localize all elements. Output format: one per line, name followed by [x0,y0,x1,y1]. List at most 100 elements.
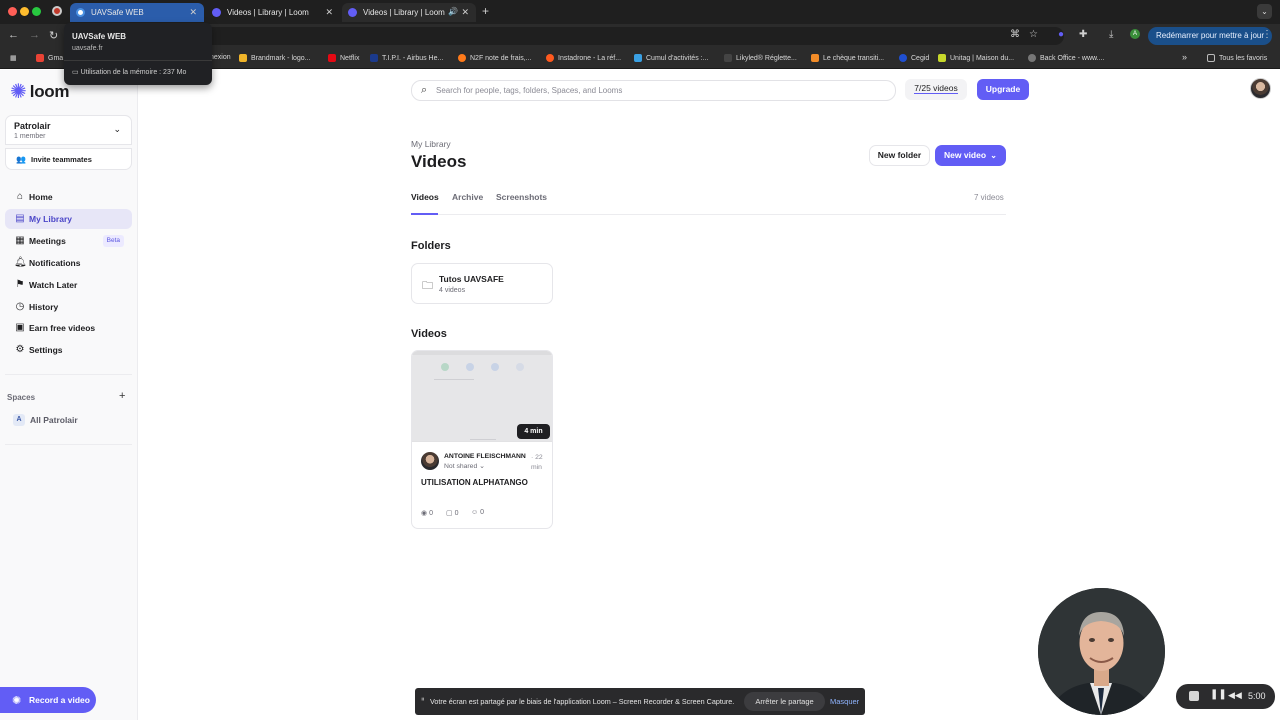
avatar [421,452,439,470]
upgrade-button[interactable]: Upgrade [977,79,1029,100]
reload-button[interactable]: ↻ [49,29,58,42]
sidebar-item-label: Meetings [29,236,66,246]
close-tab-icon[interactable]: ✕ [189,7,197,18]
video-title[interactable]: UTILISATION ALPHATANGO [421,478,528,487]
video-quota[interactable]: 7/25 videos [905,79,967,100]
bookmark-item[interactable]: N2F note de frais,... [458,54,531,62]
record-video-button[interactable]: ✺ Record a video [0,687,96,713]
tab-loom-1[interactable]: Videos | Library | Loom ✕ [206,3,340,22]
workspace-switcher[interactable]: Patrolair 1 member ⌄ [5,115,132,145]
sidebar-divider [5,444,132,445]
bookmark-item[interactable]: Back Office - www.... [1028,54,1104,62]
sidebar-item-earn-free-videos[interactable]: ▣ Earn free videos [5,318,132,338]
sidebar-item-label: Settings [29,345,63,355]
close-tab-icon[interactable]: ✕ [461,7,469,18]
bookmark-star-icon[interactable]: ☆ [1029,29,1038,40]
new-video-button[interactable]: New video ⌄ [935,145,1006,166]
restart-icon[interactable]: ◀◀ [1228,690,1242,701]
bookmark-item[interactable]: T.I.P.I. - Airbus He... [370,54,443,62]
download-icon[interactable]: ⤓ [1109,29,1113,40]
extensions-puzzle-icon[interactable]: ✚ [1079,29,1087,40]
pause-icon[interactable]: ❚❚ [1210,689,1227,700]
video-count: 7 videos [974,193,1004,202]
owner-name[interactable]: ANTOINE FLEISCHMANN [444,453,526,460]
videos-heading: Videos [411,328,447,340]
tab-screenshots[interactable]: Screenshots [496,192,547,202]
loom-logo[interactable]: ✺ loom [10,82,69,102]
screen-share-message: Votre écran est partagé par le biais de … [430,697,735,706]
bookmark-item[interactable]: Unitag | Maison du... [938,54,1014,62]
video-thumbnail[interactable]: 4 min [412,351,552,442]
recording-timer: 5:00 [1248,691,1266,701]
unitag-icon [938,54,946,62]
bookmark-item[interactable]: Brandmark - logo... [239,54,311,62]
apps-grid-icon[interactable]: ▦ [10,54,17,62]
stop-recording-button[interactable] [1189,691,1199,701]
comments-stat: ▢ 0 [446,509,458,517]
avatar[interactable] [1250,78,1271,99]
loom-extension-icon[interactable]: ● [1058,29,1064,40]
bookmark-item[interactable]: Netflix [328,54,359,62]
bookmark-item[interactable]: Gma [36,54,63,62]
sharing-status[interactable]: Not shared ⌄ [444,462,485,470]
camera-bubble[interactable] [1038,588,1165,715]
all-bookmarks-folder[interactable]: Tous les favoris [1207,54,1267,62]
pinned-tab-icon[interactable] [52,6,62,16]
sidebar-divider [5,374,132,375]
close-window-button[interactable] [8,7,17,16]
chevron-down-icon: ⌄ [113,124,121,134]
sidebar-item-settings[interactable]: ⚙ Settings [5,340,132,360]
tab-title: Videos | Library | Loom [363,8,445,17]
tab-loom-2[interactable]: Videos | Library | Loom 🔊 ✕ [342,3,476,22]
video-card[interactable]: 4 min ANTOINE FLEISCHMANN · 22 min Not s… [411,350,553,529]
sidebar-item-meetings[interactable]: ▦ Meetings Beta [5,231,132,251]
folder-icon [1207,54,1215,62]
bookmark-item[interactable]: Instadrone - La réf... [546,54,621,62]
home-icon: ⌂ [16,191,24,202]
stop-sharing-button[interactable]: Arrêter le partage [744,692,825,711]
add-space-button[interactable]: + [119,390,125,402]
document-icon [634,54,642,62]
tabs-divider [411,214,1006,215]
search-bar[interactable]: ⌕ [411,80,896,101]
address-bar[interactable] [64,27,1064,45]
minimize-window-button[interactable] [20,7,29,16]
folder-card[interactable]: 🗀 Tutos UAVSAFE 4 videos [411,263,553,304]
thumbnail-app-icon [466,363,474,371]
tab-archive[interactable]: Archive [452,192,483,202]
audio-playing-icon[interactable]: 🔊 [448,7,458,16]
bookmark-item[interactable]: Cumul d'activités :... [634,54,708,62]
sharing-label: Not shared [444,463,478,470]
tab-search-button[interactable]: ⌄ [1257,4,1272,19]
maximize-window-button[interactable] [32,7,41,16]
user-plus-icon: 👥 [16,155,26,164]
chrome-menu-icon[interactable]: ⋮ [1262,29,1272,40]
new-folder-button[interactable]: New folder [869,145,930,166]
breadcrumb[interactable]: My Library [411,139,451,149]
bookmark-item[interactable]: nexion [210,54,231,61]
invite-teammates-button[interactable]: 👥 Invite teammates [5,148,132,170]
update-chrome-button[interactable]: Redémarrer pour mettre à jour [1148,27,1273,45]
hide-banner-link[interactable]: Masquer [830,697,859,706]
translate-icon[interactable]: ⌘ [1010,29,1020,40]
sidebar-item-notifications[interactable]: 🔔︎ Notifications [5,253,132,273]
sidebar-item-all-patrolair[interactable]: A All Patrolair [5,410,132,430]
bookmark-item[interactable]: Likyled® Réglette... [724,54,797,62]
close-tab-icon[interactable]: ✕ [325,7,333,18]
tab-uavsafe[interactable]: UAVSafe WEB ✕ [70,3,204,22]
search-input[interactable] [436,84,876,97]
new-tab-button[interactable]: + [482,4,489,18]
drag-handle-icon[interactable]: ⏸ [421,696,425,704]
bookmark-item[interactable]: Cegid [899,54,929,62]
back-button[interactable]: ← [8,29,19,41]
bookmark-item[interactable]: Le chèque transiti... [811,54,884,62]
forward-button[interactable]: → [29,29,40,41]
workspace-members: 1 member [14,133,46,140]
profile-avatar-icon[interactable]: A [1130,29,1140,39]
tab-videos[interactable]: Videos [411,192,439,202]
sidebar-item-home[interactable]: ⌂ Home [5,187,132,207]
sidebar-item-my-library[interactable]: ▤ My Library [5,209,132,229]
sidebar-item-history[interactable]: ◷ History [5,297,132,317]
sidebar-item-watch-later[interactable]: ⚑ Watch Later [5,275,132,295]
more-bookmarks-icon[interactable]: » [1182,52,1187,62]
